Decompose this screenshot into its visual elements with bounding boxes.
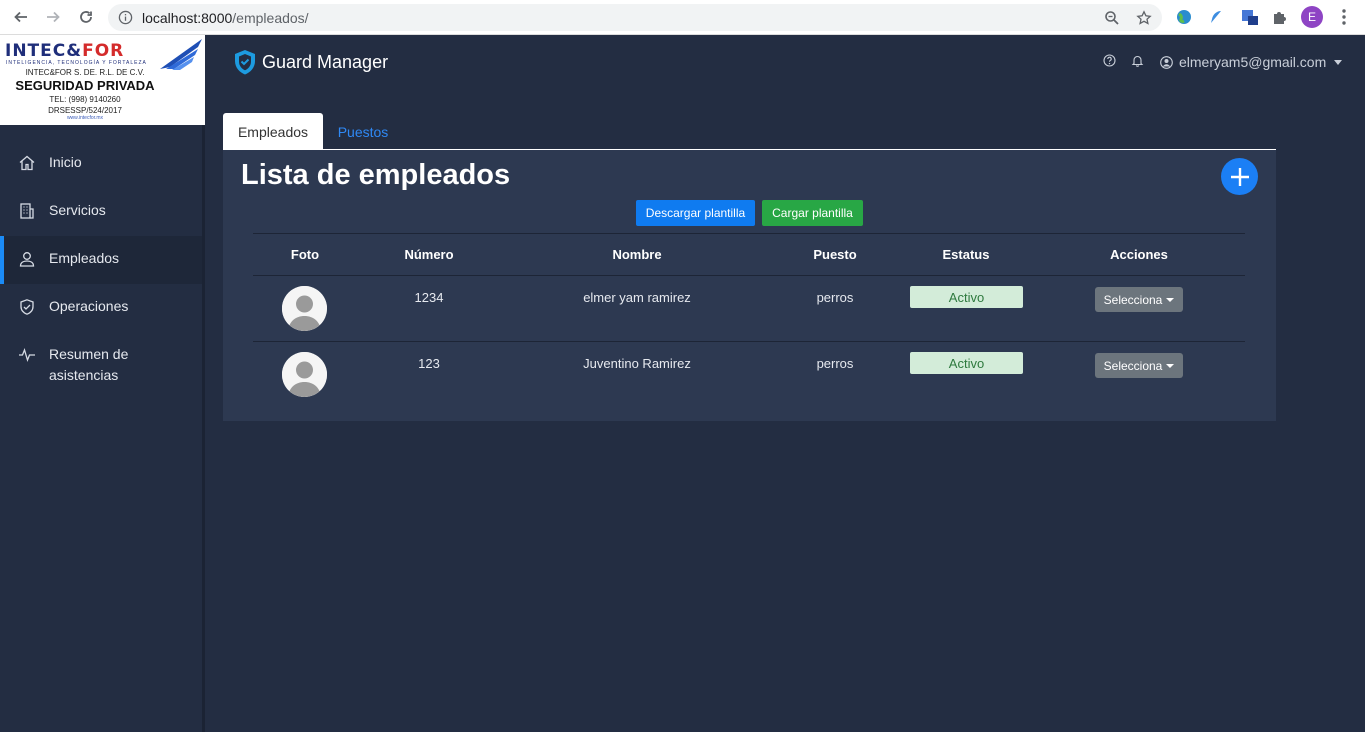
employee-number: 1234 (414, 290, 444, 305)
sidebar-item-empleados[interactable]: Empleados (0, 236, 202, 284)
table-divider (253, 233, 1245, 234)
sidebar-item-label: Inicio (49, 154, 82, 170)
profile-avatar[interactable]: E (1301, 6, 1323, 28)
upload-template-button[interactable]: Cargar plantilla (762, 200, 863, 226)
actions-dropdown-label: Selecciona (1103, 292, 1163, 307)
logo-wordmark-left: INTEC& (5, 41, 83, 61)
sidebar-item-label: Empleados (49, 250, 120, 266)
app-title: Guard Manager (262, 52, 389, 72)
page-title: Lista de empleados (241, 159, 511, 191)
status-badge: Activo (910, 286, 1023, 308)
bell-icon[interactable] (1131, 54, 1144, 67)
table-divider (253, 341, 1245, 342)
more-menu-icon[interactable] (1337, 8, 1351, 26)
shield-check-icon (20, 299, 34, 315)
pulse-icon (19, 348, 35, 362)
url-path: /empleados/ (232, 10, 309, 26)
url-host: localhost:8000 (142, 10, 233, 26)
puzzle-icon[interactable] (1271, 8, 1289, 26)
company-logo[interactable]: INTEC&FOR INTELIGENCIA, TECNOLOGÍA Y FOR… (0, 35, 205, 125)
employee-position: perros (816, 290, 854, 305)
employee-photo (282, 352, 327, 397)
logo-website: www.intecfor.mx (66, 115, 104, 121)
column-header-estatus: Estatus (942, 247, 990, 262)
address-bar[interactable]: localhost:8000/empleados/ (108, 4, 1162, 31)
employee-position: perros (816, 356, 854, 371)
brand[interactable]: Guard Manager (233, 49, 388, 76)
building-icon (20, 203, 34, 219)
employee-name: Juventino Ramirez (583, 356, 691, 371)
status-badge: Activo (910, 352, 1023, 374)
zoom-icon[interactable] (1104, 10, 1120, 26)
star-icon[interactable] (1136, 10, 1152, 26)
sidebar-item-label: Operaciones (49, 298, 129, 314)
guard-shield-icon (235, 50, 255, 75)
arrow-right-icon (47, 11, 60, 23)
column-header-numero: Número (404, 247, 454, 262)
help-icon[interactable] (1103, 54, 1116, 67)
sidebar-item-resumen-asistencias[interactable]: Resumen de asistencias (0, 332, 202, 396)
url-text: localhost:8000/empleados/ (142, 10, 309, 26)
add-employee-button[interactable] (1221, 158, 1258, 195)
logo-permit: DRSESSP/524/2017 (48, 106, 122, 115)
column-header-foto: Foto (290, 247, 320, 262)
translate-extension-icon[interactable] (1241, 8, 1259, 26)
actions-dropdown-label: Selecciona (1103, 358, 1163, 373)
sidebar: INTEC&FOR INTELIGENCIA, TECNOLOGÍA Y FOR… (0, 35, 205, 732)
logo-tagline: INTELIGENCIA, TECNOLOGÍA Y FORTALEZA (6, 60, 147, 66)
logo-title: SEGURIDAD PRIVADA (15, 78, 155, 93)
employee-photo (282, 286, 327, 331)
caret-down-icon (1166, 297, 1175, 302)
actions-dropdown[interactable]: Selecciona (1095, 287, 1183, 312)
chevron-down-icon (1334, 59, 1343, 65)
employees-card: Lista de empleados Descargar plantilla C… (223, 150, 1276, 421)
employee-number: 123 (418, 356, 440, 371)
download-template-button[interactable]: Descargar plantilla (636, 200, 755, 226)
user-menu[interactable]: elmeryam5@gmail.com (1160, 54, 1343, 70)
logo-wing-icon (160, 39, 202, 70)
logo-wordmark-right: FOR (82, 41, 125, 61)
tab-empleados[interactable]: Empleados (223, 113, 323, 150)
browser-toolbar: localhost:8000/empleados/ E (0, 0, 1365, 35)
sidebar-item-servicios[interactable]: Servicios (0, 188, 202, 236)
sidebar-item-label: Resumen de asistencias (49, 346, 129, 383)
sidebar-item-label: Servicios (49, 202, 106, 218)
user-email: elmeryam5@gmail.com (1179, 54, 1327, 70)
sidebar-menu: Inicio Servicios Empleados Operaciones R… (0, 140, 202, 396)
home-icon (19, 155, 35, 171)
table-divider (253, 275, 1245, 276)
feather-extension-icon[interactable] (1207, 8, 1225, 26)
sidebar-item-operaciones[interactable]: Operaciones (0, 284, 202, 332)
logo-wordmark: INTEC&FOR (5, 41, 124, 61)
caret-down-icon (1166, 363, 1175, 368)
plus-icon (1230, 167, 1249, 186)
info-icon[interactable] (118, 10, 133, 25)
back-button[interactable] (10, 6, 32, 28)
user-circle-icon (1160, 55, 1173, 69)
column-header-puesto: Puesto (813, 247, 857, 262)
user-icon (19, 252, 35, 267)
column-header-acciones: Acciones (1110, 247, 1168, 262)
column-header-nombre: Nombre (612, 247, 662, 262)
arrow-left-icon (14, 11, 27, 23)
avatar-placeholder-icon (282, 352, 327, 397)
logo-phone: TEL: (998) 9140260 (49, 95, 121, 104)
actions-dropdown[interactable]: Selecciona (1095, 353, 1183, 378)
sidebar-item-inicio[interactable]: Inicio (0, 140, 202, 188)
globe-extension-icon[interactable] (1175, 8, 1193, 26)
forward-button[interactable] (42, 6, 64, 28)
avatar-placeholder-icon (282, 286, 327, 331)
tab-puestos[interactable]: Puestos (323, 113, 403, 150)
logo-company: INTEC&FOR S. DE. R.L. DE C.V. (25, 68, 145, 77)
reload-icon (80, 11, 92, 23)
reload-button[interactable] (75, 6, 97, 28)
employee-name: elmer yam ramirez (583, 290, 691, 305)
